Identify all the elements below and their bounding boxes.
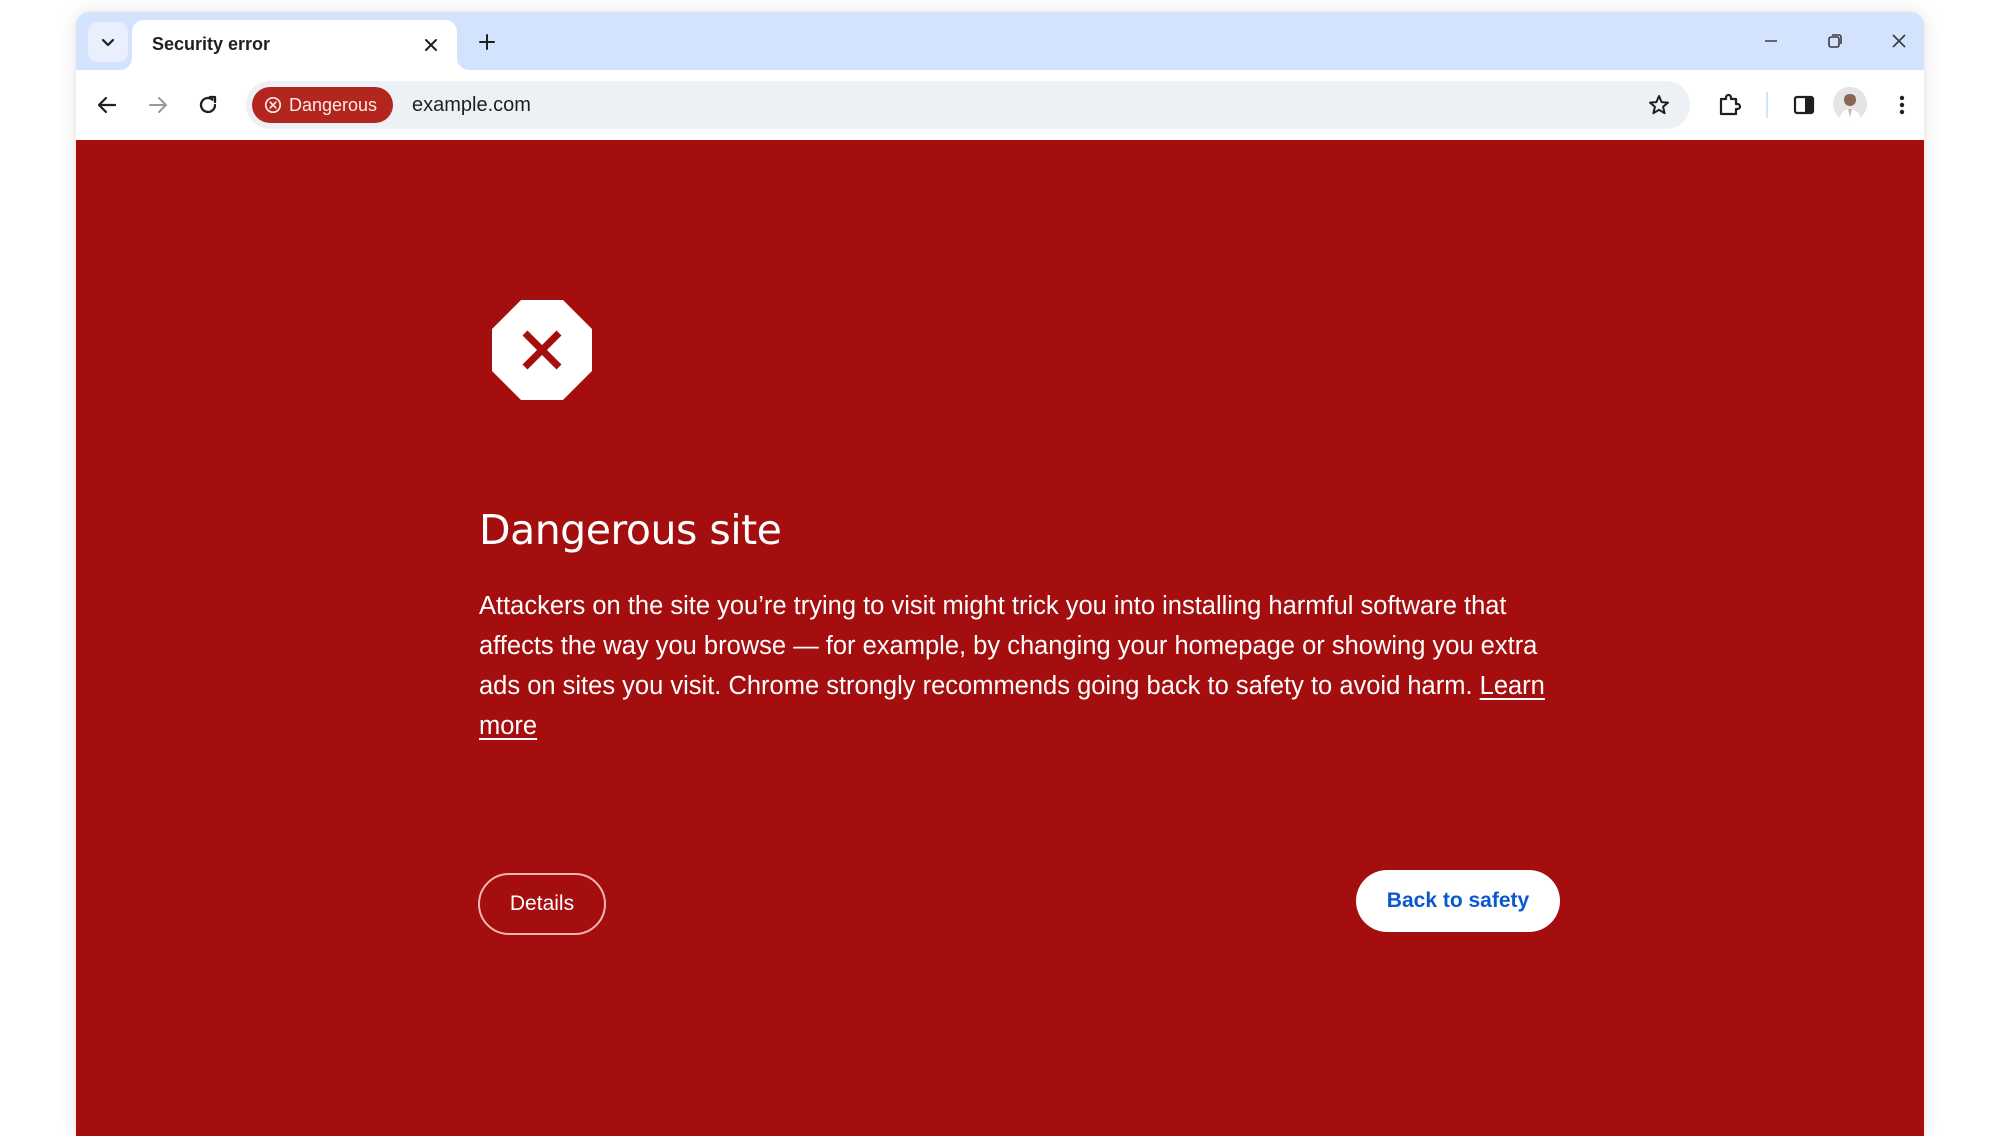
minimize-button[interactable]: [1749, 24, 1793, 58]
reload-icon: [199, 95, 217, 114]
interstitial-page: Dangerous site Attackers on the site you…: [76, 140, 1924, 1136]
toolbar-divider: [1766, 92, 1768, 118]
forward-button[interactable]: [140, 87, 176, 123]
x-circle-icon: [264, 96, 282, 114]
restore-icon: [1828, 34, 1842, 48]
close-icon: [425, 39, 437, 51]
page-title: Dangerous site: [479, 506, 782, 554]
back-to-safety-button[interactable]: Back to safety: [1356, 870, 1560, 932]
avatar[interactable]: [1833, 87, 1867, 121]
profile-avatar-icon: [1833, 87, 1867, 121]
menu-button[interactable]: [1884, 87, 1920, 123]
tab-title: Security error: [152, 34, 271, 54]
close-icon: [1892, 34, 1906, 48]
arrow-left-icon: [97, 96, 117, 114]
star-icon: [1649, 95, 1669, 115]
restore-button[interactable]: [1813, 24, 1857, 58]
puzzle-icon: [1719, 93, 1742, 116]
minimize-icon: [1765, 40, 1777, 42]
bookmark-button[interactable]: [1644, 90, 1674, 120]
chevron-down-icon: [100, 34, 116, 50]
new-tab-button[interactable]: [472, 27, 502, 57]
details-button[interactable]: Details: [478, 873, 606, 935]
arrow-right-icon: [149, 97, 167, 113]
side-panel-button[interactable]: [1786, 87, 1822, 123]
toolbar: Dangerous example.com: [76, 70, 1924, 140]
browser-window: Security error Dangerous example.com Dan…: [76, 12, 1924, 1136]
side-panel-icon: [1793, 95, 1815, 115]
address-bar[interactable]: Dangerous example.com: [246, 81, 1690, 129]
tab-close-button[interactable]: [419, 33, 443, 57]
reload-button[interactable]: [190, 87, 226, 123]
kebab-menu-icon: [1899, 95, 1905, 115]
warning-message: Attackers on the site you’re trying to v…: [479, 586, 1559, 746]
plus-icon: [479, 34, 495, 50]
stop-x-icon: [492, 300, 592, 400]
tab-search-button[interactable]: [88, 22, 128, 62]
url-text[interactable]: example.com: [412, 94, 531, 117]
tab-security-error[interactable]: Security error: [132, 20, 457, 70]
extensions-button[interactable]: [1711, 87, 1747, 123]
close-window-button[interactable]: [1877, 24, 1921, 58]
security-chip-label: Dangerous: [289, 94, 378, 115]
security-chip[interactable]: Dangerous: [252, 87, 394, 123]
warning-message-text: Attackers on the site you’re trying to v…: [479, 592, 1538, 700]
tab-strip: Security error: [76, 12, 1924, 70]
back-button[interactable]: [89, 87, 125, 123]
